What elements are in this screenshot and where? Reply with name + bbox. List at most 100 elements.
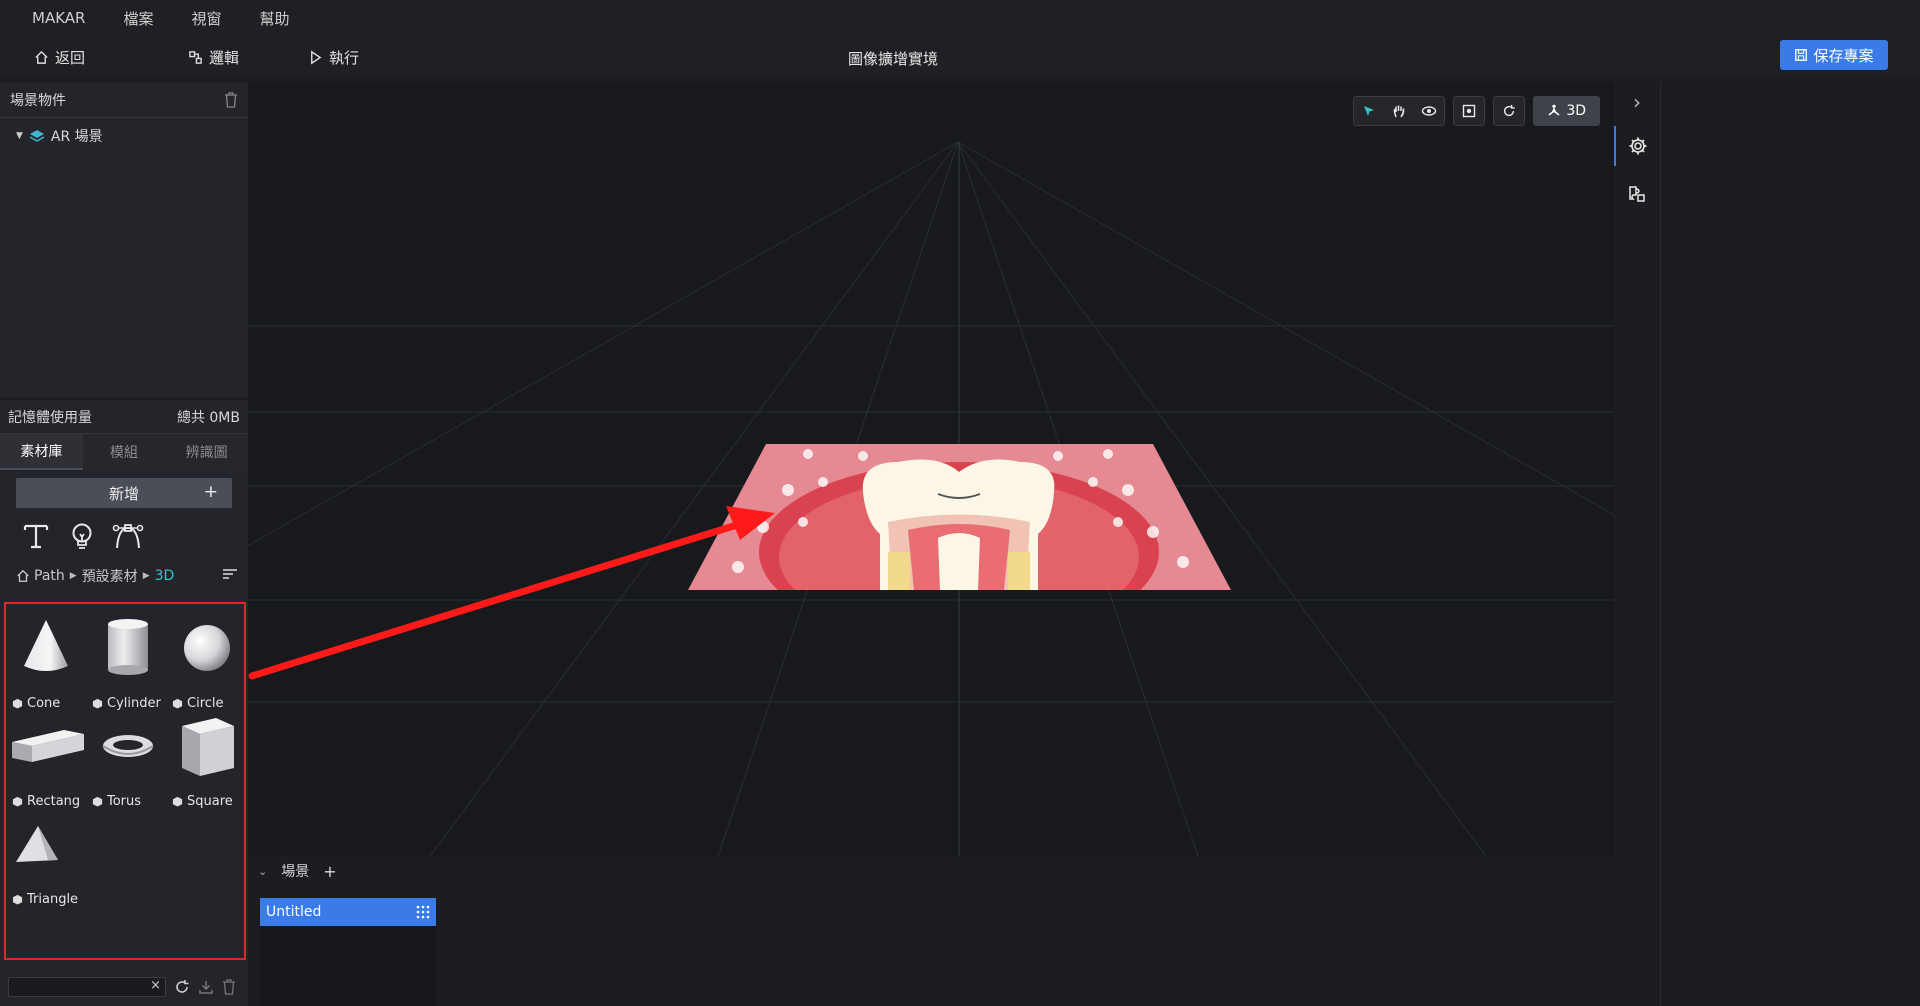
chevron-right-icon: › xyxy=(1633,90,1641,114)
cube-icon xyxy=(92,698,103,709)
asset-library-panel: 記憶體使用量 總共 0MB 素材庫 模組 辨識圖 新增 + Path ▶ 預設素… xyxy=(0,400,248,1006)
breadcrumb-separator-icon: ▶ xyxy=(142,571,150,581)
image-target-plane xyxy=(688,444,1231,590)
breadcrumb: Path ▶ 預設素材 ▶ 3D xyxy=(0,560,248,592)
asset-item-cone[interactable]: Cone xyxy=(8,616,88,712)
ar-scene-icon xyxy=(29,130,45,142)
memory-usage-row: 記憶體使用量 總共 0MB xyxy=(0,400,248,434)
scene-name: Untitled xyxy=(266,904,322,920)
chevron-down-icon[interactable]: ⌄ xyxy=(258,865,267,878)
orbit-tool-button[interactable] xyxy=(1414,97,1444,125)
text-tool-icon[interactable] xyxy=(20,520,52,552)
asset-label: Torus xyxy=(107,794,142,809)
logic-button[interactable]: 邏輯 xyxy=(188,47,239,68)
scene-card[interactable]: Untitled xyxy=(260,898,436,1006)
asset-item-triangle[interactable]: Triangle xyxy=(8,812,88,908)
makar-editor: MAKAR 檔案 視窗 幫助 返回 邏輯 執行 圖像擴增實境 保存專案 場景物件 xyxy=(0,0,1920,1006)
3d-viewport[interactable]: 3D xyxy=(248,82,1660,886)
add-asset-button[interactable]: 新增 + xyxy=(16,478,232,508)
home-icon[interactable] xyxy=(16,569,30,583)
bezier-curve-icon[interactable] xyxy=(112,520,144,552)
cube-icon xyxy=(92,796,103,807)
cube-icon xyxy=(12,796,23,807)
box-thumbnail xyxy=(12,730,84,762)
asset-bottom-bar: × xyxy=(0,968,248,1006)
clear-icon[interactable]: × xyxy=(150,978,161,993)
cylinder-thumbnail xyxy=(108,619,148,675)
logic-label: 邏輯 xyxy=(209,49,240,67)
cube-icon xyxy=(12,894,23,905)
asset-label: Rectang xyxy=(27,794,81,809)
gear-icon xyxy=(1629,137,1647,155)
memory-label: 記憶體使用量 xyxy=(8,409,92,426)
scene-strip: ⌄ 場景 + xyxy=(248,856,1660,886)
sphere-thumbnail xyxy=(184,625,230,671)
save-project-button[interactable]: 保存專案 xyxy=(1780,40,1888,70)
scenes-label: 場景 xyxy=(281,864,310,880)
settings-tab-button[interactable] xyxy=(1614,126,1660,166)
trash-icon[interactable] xyxy=(224,91,238,108)
menu-file[interactable]: 檔案 xyxy=(123,8,153,29)
tab-material-library[interactable]: 素材庫 xyxy=(0,434,83,470)
sort-icon[interactable] xyxy=(222,568,238,580)
download-icon[interactable] xyxy=(198,979,214,995)
add-scene-button[interactable]: + xyxy=(323,862,336,881)
hand-icon xyxy=(1394,105,1405,118)
asset-item-circle[interactable]: Circle xyxy=(168,616,248,712)
logic-icon xyxy=(189,51,202,64)
focus-tool-group xyxy=(1453,96,1486,126)
tab-modules[interactable]: 模組 xyxy=(83,434,166,470)
asset-grid: Cone Cylinder Circle Rectang Torus Squar… xyxy=(4,602,246,960)
reset-view-button[interactable] xyxy=(1494,97,1524,125)
expand-right-panel-button[interactable]: › xyxy=(1614,82,1660,122)
quick-tools xyxy=(0,508,248,560)
view-mode-3d-button[interactable]: 3D xyxy=(1533,96,1600,126)
breadcrumb-separator-icon: ▶ xyxy=(69,571,77,581)
plus-icon: + xyxy=(203,482,218,502)
menu-help[interactable]: 幫助 xyxy=(260,8,290,29)
asset-search-input[interactable]: × xyxy=(8,977,166,997)
transform-tools xyxy=(1353,96,1446,126)
scene-card-header[interactable]: Untitled xyxy=(260,898,436,926)
tree-item-ar-scene[interactable]: ▼ AR 場景 xyxy=(0,118,248,154)
scene-list: Untitled xyxy=(248,886,1660,1006)
gizmo-icon xyxy=(1548,104,1560,116)
back-button[interactable]: 返回 xyxy=(34,47,85,68)
scene-objects-title: 場景物件 xyxy=(10,92,66,109)
save-label: 保存專案 xyxy=(1813,46,1874,65)
focus-icon xyxy=(1463,104,1476,118)
cube-icon xyxy=(172,698,183,709)
tab-recognition-images[interactable]: 辨識圖 xyxy=(165,434,248,470)
trash-icon[interactable] xyxy=(222,979,236,995)
asset-item-rectangle[interactable]: Rectang xyxy=(8,714,88,810)
breadcrumb-default-assets[interactable]: 預設素材 xyxy=(82,566,138,586)
refresh-icon[interactable] xyxy=(174,979,190,995)
cursor-icon xyxy=(1364,106,1375,116)
menu-window[interactable]: 視窗 xyxy=(191,8,221,29)
cone-thumbnail xyxy=(24,620,68,671)
right-properties-panel xyxy=(1660,82,1920,1006)
toolbar: 返回 邏輯 執行 圖像擴增實境 保存專案 xyxy=(0,36,1920,78)
scene-objects-panel: 場景物件 ▼ AR 場景 xyxy=(0,82,248,398)
asset-label: Square xyxy=(187,794,233,809)
add-label: 新增 xyxy=(108,484,139,503)
breadcrumb-3d[interactable]: 3D xyxy=(155,568,175,584)
breadcrumb-path[interactable]: Path xyxy=(34,568,65,584)
select-tool-button[interactable] xyxy=(1354,97,1384,125)
triangle-thumbnail xyxy=(16,826,58,862)
asset-item-square[interactable]: Square xyxy=(168,714,248,810)
asset-item-cylinder[interactable]: Cylinder xyxy=(88,616,168,712)
light-bulb-icon[interactable] xyxy=(66,520,98,552)
grid-dots-icon[interactable] xyxy=(416,905,430,919)
logic-tab-button[interactable] xyxy=(1614,174,1660,214)
asset-tabs: 素材庫 模組 辨識圖 xyxy=(0,434,248,470)
focus-button[interactable] xyxy=(1454,97,1484,125)
caret-down-icon[interactable]: ▼ xyxy=(16,131,23,141)
menu-makar[interactable]: MAKAR xyxy=(32,9,85,27)
pan-tool-button[interactable] xyxy=(1384,97,1414,125)
asset-item-torus[interactable]: Torus xyxy=(88,714,168,810)
run-button[interactable]: 執行 xyxy=(308,47,359,68)
project-title: 圖像擴增實境 xyxy=(848,50,939,68)
orbit-icon xyxy=(1422,106,1437,116)
asset-label: Circle xyxy=(187,696,224,711)
